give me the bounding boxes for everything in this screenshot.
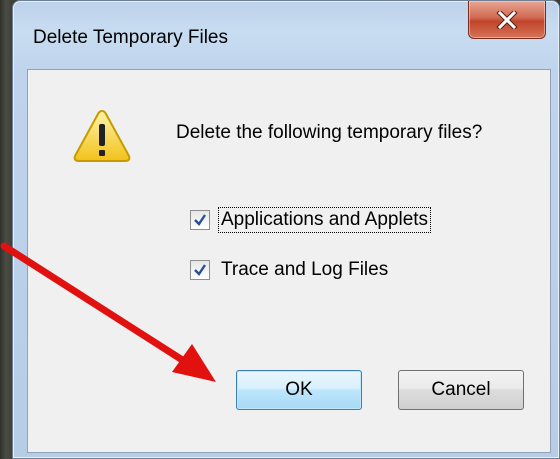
checkbox-applications-and-applets[interactable]: Applications and Applets [190,207,432,233]
ok-button[interactable]: OK [236,370,362,410]
window-title: Delete Temporary Files [33,27,229,48]
warning-icon [73,109,131,162]
close-button[interactable] [468,1,546,39]
confirmation-message: Delete the following temporary files? [176,122,483,143]
delete-temporary-files-dialog: Delete Temporary Files Delete the follow… [12,0,560,459]
checkmark-icon [194,264,206,276]
checkbox-label[interactable]: Applications and Applets [217,207,432,233]
close-icon [496,10,518,29]
desktop-background: Delete Temporary Files Delete the follow… [0,0,560,459]
title-bar[interactable]: Delete Temporary Files [13,1,559,59]
checkmark-icon [194,214,206,226]
checkbox-box[interactable] [190,210,210,230]
checkbox-label[interactable]: Trace and Log Files [219,258,390,282]
cancel-button[interactable]: Cancel [398,370,524,410]
checkbox-box[interactable] [190,260,210,280]
dialog-content: Delete the following temporary files? Ap… [27,69,551,453]
checkbox-trace-and-log-files[interactable]: Trace and Log Files [190,258,390,282]
